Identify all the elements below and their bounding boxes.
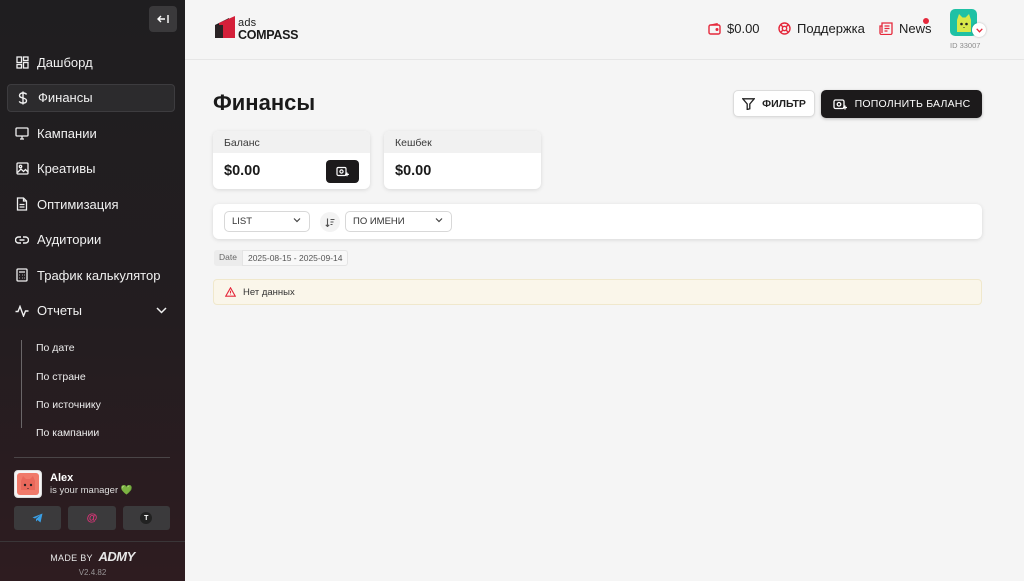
empty-state-text: Нет данных bbox=[243, 286, 295, 298]
lifebuoy-icon bbox=[778, 22, 791, 35]
manager-card: Alex is your manager 💚 @ T bbox=[14, 470, 170, 530]
support-label: Поддержка bbox=[797, 21, 865, 36]
cashback-card-label: Кешбек bbox=[384, 131, 541, 153]
subnav-item-by-campaign[interactable]: По кампании bbox=[22, 419, 171, 447]
made-by-credit: MADE BY ADMY bbox=[50, 549, 135, 564]
cat-avatar-icon bbox=[17, 473, 39, 495]
divider bbox=[0, 541, 185, 542]
teams-icon: T bbox=[140, 512, 153, 524]
list-toolbar: LIST ПО ИМЕНИ bbox=[213, 204, 982, 239]
green-heart-icon: 💚 bbox=[120, 485, 133, 496]
balance-card-label: Баланс bbox=[213, 131, 370, 153]
manager-name: Alex bbox=[50, 472, 74, 484]
sidebar-item-label: Креативы bbox=[37, 161, 96, 176]
sidebar-item-label: Оптимизация bbox=[37, 196, 119, 212]
balance-topup-button[interactable] bbox=[326, 160, 359, 183]
sidebar-item-dashboard[interactable]: Дашборд bbox=[7, 48, 175, 76]
wallet-plus-icon bbox=[336, 166, 349, 177]
view-mode-select[interactable]: LIST bbox=[224, 211, 310, 232]
user-id: ID 33007 bbox=[950, 41, 981, 50]
sidebar-item-optimization[interactable]: Оптимизация bbox=[7, 190, 175, 218]
divider bbox=[14, 457, 170, 458]
wallet-icon bbox=[708, 22, 721, 35]
sidebar: Дашборд Финансы Кампании Креативы Оптими… bbox=[0, 0, 185, 581]
teams-button[interactable]: T bbox=[122, 506, 170, 530]
manager-role: is your manager 💚 bbox=[50, 485, 133, 496]
cashback-card-value: $0.00 bbox=[395, 163, 432, 179]
balance-card: Баланс $0.00 bbox=[213, 131, 370, 189]
header-balance[interactable]: $0.00 bbox=[708, 21, 760, 36]
collapse-sidebar-button[interactable] bbox=[149, 6, 177, 32]
subnav-item-by-country[interactable]: По стране bbox=[22, 362, 171, 390]
image-icon bbox=[15, 162, 29, 176]
date-range-chip[interactable]: Date 2025-08-15 - 2025-09-14 bbox=[214, 250, 349, 266]
cashback-card: Кешбек $0.00 bbox=[384, 131, 541, 189]
wallet-plus-icon bbox=[832, 98, 847, 110]
subnav-item-by-date[interactable]: По дате bbox=[22, 334, 171, 362]
arrow-left-bar-icon bbox=[157, 15, 169, 23]
telegram-button[interactable] bbox=[14, 506, 62, 530]
top-up-balance-button[interactable]: ПОПОЛНИТЬ БАЛАНС bbox=[821, 90, 982, 118]
ads-compass-logo[interactable]: ads COMPASS bbox=[213, 15, 298, 41]
chevron-down-icon bbox=[435, 217, 443, 223]
sidebar-item-label: Финансы bbox=[38, 90, 93, 105]
sidebar-item-audiences[interactable]: Аудитории bbox=[7, 226, 175, 254]
balance-amount: $0.00 bbox=[727, 21, 760, 36]
link-icon bbox=[15, 233, 29, 247]
notification-dot bbox=[923, 18, 929, 24]
sort-descending-icon bbox=[325, 218, 335, 227]
sort-field-select[interactable]: ПО ИМЕНИ bbox=[345, 211, 452, 232]
header-support[interactable]: Поддержка bbox=[778, 21, 865, 36]
activity-icon bbox=[15, 304, 29, 318]
monitor-icon bbox=[15, 126, 29, 140]
document-icon bbox=[15, 197, 29, 211]
sidebar-item-traffic-calculator[interactable]: Трафик калькулятор bbox=[7, 261, 175, 289]
top-header: ads COMPASS $0.00 Поддержка News ID 3300… bbox=[185, 0, 1024, 60]
admy-logo[interactable]: ADMY bbox=[98, 549, 135, 564]
telegram-icon bbox=[32, 513, 43, 523]
grid-icon bbox=[15, 55, 29, 69]
subnav-item-by-source[interactable]: По источнику bbox=[22, 391, 171, 419]
app-version: V2.4.82 bbox=[78, 568, 107, 577]
filter-button[interactable]: ФИЛЬТР bbox=[733, 90, 815, 117]
sidebar-item-finance[interactable]: Финансы bbox=[7, 83, 175, 112]
header-news[interactable]: News bbox=[879, 18, 932, 36]
newspaper-icon bbox=[879, 22, 893, 35]
account-menu-button[interactable] bbox=[972, 23, 986, 37]
filter-icon bbox=[742, 97, 756, 110]
sidebar-item-label: Кампании bbox=[37, 125, 97, 141]
chevron-down-icon bbox=[975, 27, 983, 33]
sidebar-item-creatives[interactable]: Креативы bbox=[7, 155, 175, 183]
sidebar-item-label: Отчеты bbox=[37, 303, 82, 318]
sidebar-item-label: Дашборд bbox=[37, 54, 93, 70]
calculator-icon bbox=[15, 268, 29, 282]
warning-icon bbox=[225, 287, 236, 297]
reports-subnav: По дате По стране По источнику По кампан… bbox=[21, 340, 171, 439]
sidebar-item-reports[interactable]: Отчеты bbox=[7, 297, 175, 325]
chevron-down-icon bbox=[293, 217, 301, 223]
logo-mark-icon bbox=[215, 16, 235, 38]
chevron-down-icon[interactable] bbox=[156, 307, 167, 314]
sidebar-item-label: Трафик калькулятор bbox=[37, 267, 161, 283]
sidebar-item-label: Аудитории bbox=[37, 232, 102, 247]
date-chip-key: Date bbox=[214, 250, 242, 266]
email-button[interactable]: @ bbox=[68, 506, 116, 530]
manager-avatar bbox=[14, 470, 42, 498]
sort-direction-button[interactable] bbox=[320, 212, 340, 232]
sidebar-nav: Дашборд Финансы Кампании Креативы Оптими… bbox=[7, 48, 175, 332]
empty-state-alert: Нет данных bbox=[213, 279, 982, 305]
page-title: Финансы bbox=[213, 90, 316, 115]
dollar-icon bbox=[16, 91, 30, 105]
date-chip-value: 2025-08-15 - 2025-09-14 bbox=[241, 250, 349, 266]
email-icon: @ bbox=[86, 512, 98, 524]
sidebar-item-campaigns[interactable]: Кампании bbox=[7, 119, 175, 147]
